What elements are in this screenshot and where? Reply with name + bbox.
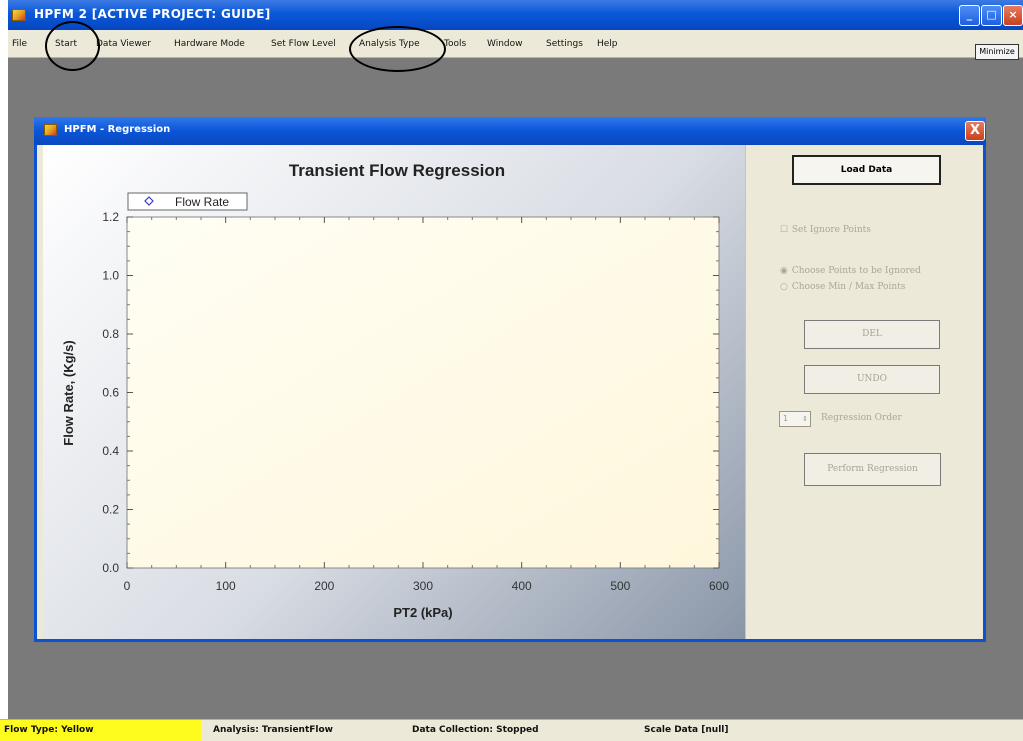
undo-button[interactable]: UNDO <box>804 365 940 394</box>
regression-order-label: Regression Order <box>821 413 902 423</box>
controls-panel: Load Data ☐ Set Ignore Points ◉ Choose P… <box>745 145 983 639</box>
dialog-close-button[interactable]: X <box>965 121 985 141</box>
dialog-title: HPFM - Regression <box>64 124 171 135</box>
menu-window[interactable]: Window <box>487 39 523 49</box>
legend-label: Flow Rate <box>175 195 229 209</box>
del-button[interactable]: DEL <box>804 320 940 349</box>
checkbox-icon: ☐ <box>780 225 789 235</box>
menu-settings[interactable]: Settings <box>546 39 583 49</box>
regression-dialog: HPFM - Regression X Transient Flow Regre… <box>34 117 986 642</box>
minimize-window-button[interactable]: _ <box>959 5 980 26</box>
radio-icon: ○ <box>780 282 788 292</box>
x-tick-label: 600 <box>709 579 729 593</box>
maximize-window-button[interactable]: □ <box>981 5 1002 26</box>
app-icon <box>12 9 26 21</box>
chart-panel: Transient Flow Regression 0.0 0.2 0.4 0.6 0.… <box>43 145 745 639</box>
spinner-arrows-icon: ⇕ <box>802 415 808 423</box>
status-bar: Flow Type: Yellow Analysis: TransientFlo… <box>0 719 1023 741</box>
y-tick-label: 1.2 <box>102 210 119 224</box>
minimize-button[interactable]: Minimize <box>975 44 1019 60</box>
radio-selected-icon: ◉ <box>780 266 788 276</box>
dialog-title-bar[interactable]: HPFM - Regression X <box>34 117 986 145</box>
title-bar[interactable]: HPFM 2 [ACTIVE PROJECT: GUIDE] _ □ × <box>8 0 1023 30</box>
plot-area <box>126 216 720 569</box>
set-ignore-points-label: Set Ignore Points <box>791 225 871 235</box>
scale-data-status: Scale Data [null] <box>644 725 729 735</box>
x-axis-label: PT2 (kPa) <box>393 605 452 620</box>
menu-bar: File Start Data Viewer Hardware Mode Set… <box>8 30 1023 58</box>
dialog-app-icon <box>44 124 57 136</box>
main-window: HPFM 2 [ACTIVE PROJECT: GUIDE] _ □ × Fil… <box>8 0 1023 741</box>
y-tick-label: 0.8 <box>102 327 119 341</box>
flow-type-status: Flow Type: Yellow <box>4 725 94 735</box>
y-axis-label: Flow Rate, (Kg/s) <box>61 340 76 445</box>
y-tick-label: 0.2 <box>102 503 119 517</box>
regression-order-spinner[interactable]: 1 ⇕ <box>779 411 811 427</box>
flow-type-indicator: Flow Type: Yellow <box>0 720 201 741</box>
load-data-button[interactable]: Load Data <box>792 155 941 185</box>
regression-order-value: 1 <box>783 414 789 423</box>
y-tick-label: 0.0 <box>102 561 119 575</box>
regression-chart: Transient Flow Regression 0.0 0.2 0.4 0.6 0.… <box>61 161 729 620</box>
x-tick-label: 0 <box>124 579 131 593</box>
analysis-status: Analysis: TransientFlow <box>213 725 333 735</box>
choose-min-max-label: Choose Min / Max Points <box>791 282 906 292</box>
choose-points-ignored-label: Choose Points to be Ignored <box>791 266 921 276</box>
x-tick-label: 100 <box>216 579 236 593</box>
menu-tools[interactable]: Tools <box>444 39 466 49</box>
menu-set-flow-level[interactable]: Set Flow Level <box>271 39 336 49</box>
data-collection-status: Data Collection: Stopped <box>412 725 539 735</box>
annotation-circle-analysis-type <box>349 26 446 72</box>
window-title: HPFM 2 [ACTIVE PROJECT: GUIDE] <box>34 7 271 21</box>
x-tick-label: 200 <box>314 579 334 593</box>
x-tick-label: 500 <box>610 579 630 593</box>
menu-file[interactable]: File <box>12 39 27 49</box>
x-tick-label: 300 <box>413 579 433 593</box>
y-tick-label: 0.4 <box>102 444 119 458</box>
choose-min-max-radio[interactable]: ○ Choose Min / Max Points <box>780 282 905 292</box>
perform-regression-button[interactable]: Perform Regression <box>804 453 941 486</box>
menu-data-viewer[interactable]: Data Viewer <box>96 39 151 49</box>
annotation-circle-start <box>45 21 100 71</box>
menu-help[interactable]: Help <box>597 39 618 49</box>
menu-hardware-mode[interactable]: Hardware Mode <box>174 39 245 49</box>
y-tick-label: 1.0 <box>102 269 119 283</box>
set-ignore-points-checkbox[interactable]: ☐ Set Ignore Points <box>780 225 871 235</box>
close-window-button[interactable]: × <box>1003 5 1023 26</box>
x-tick-label: 400 <box>512 579 532 593</box>
y-tick-label: 0.6 <box>102 386 119 400</box>
chart-title: Transient Flow Regression <box>289 161 505 180</box>
choose-points-ignored-radio[interactable]: ◉ Choose Points to be Ignored <box>780 266 921 276</box>
